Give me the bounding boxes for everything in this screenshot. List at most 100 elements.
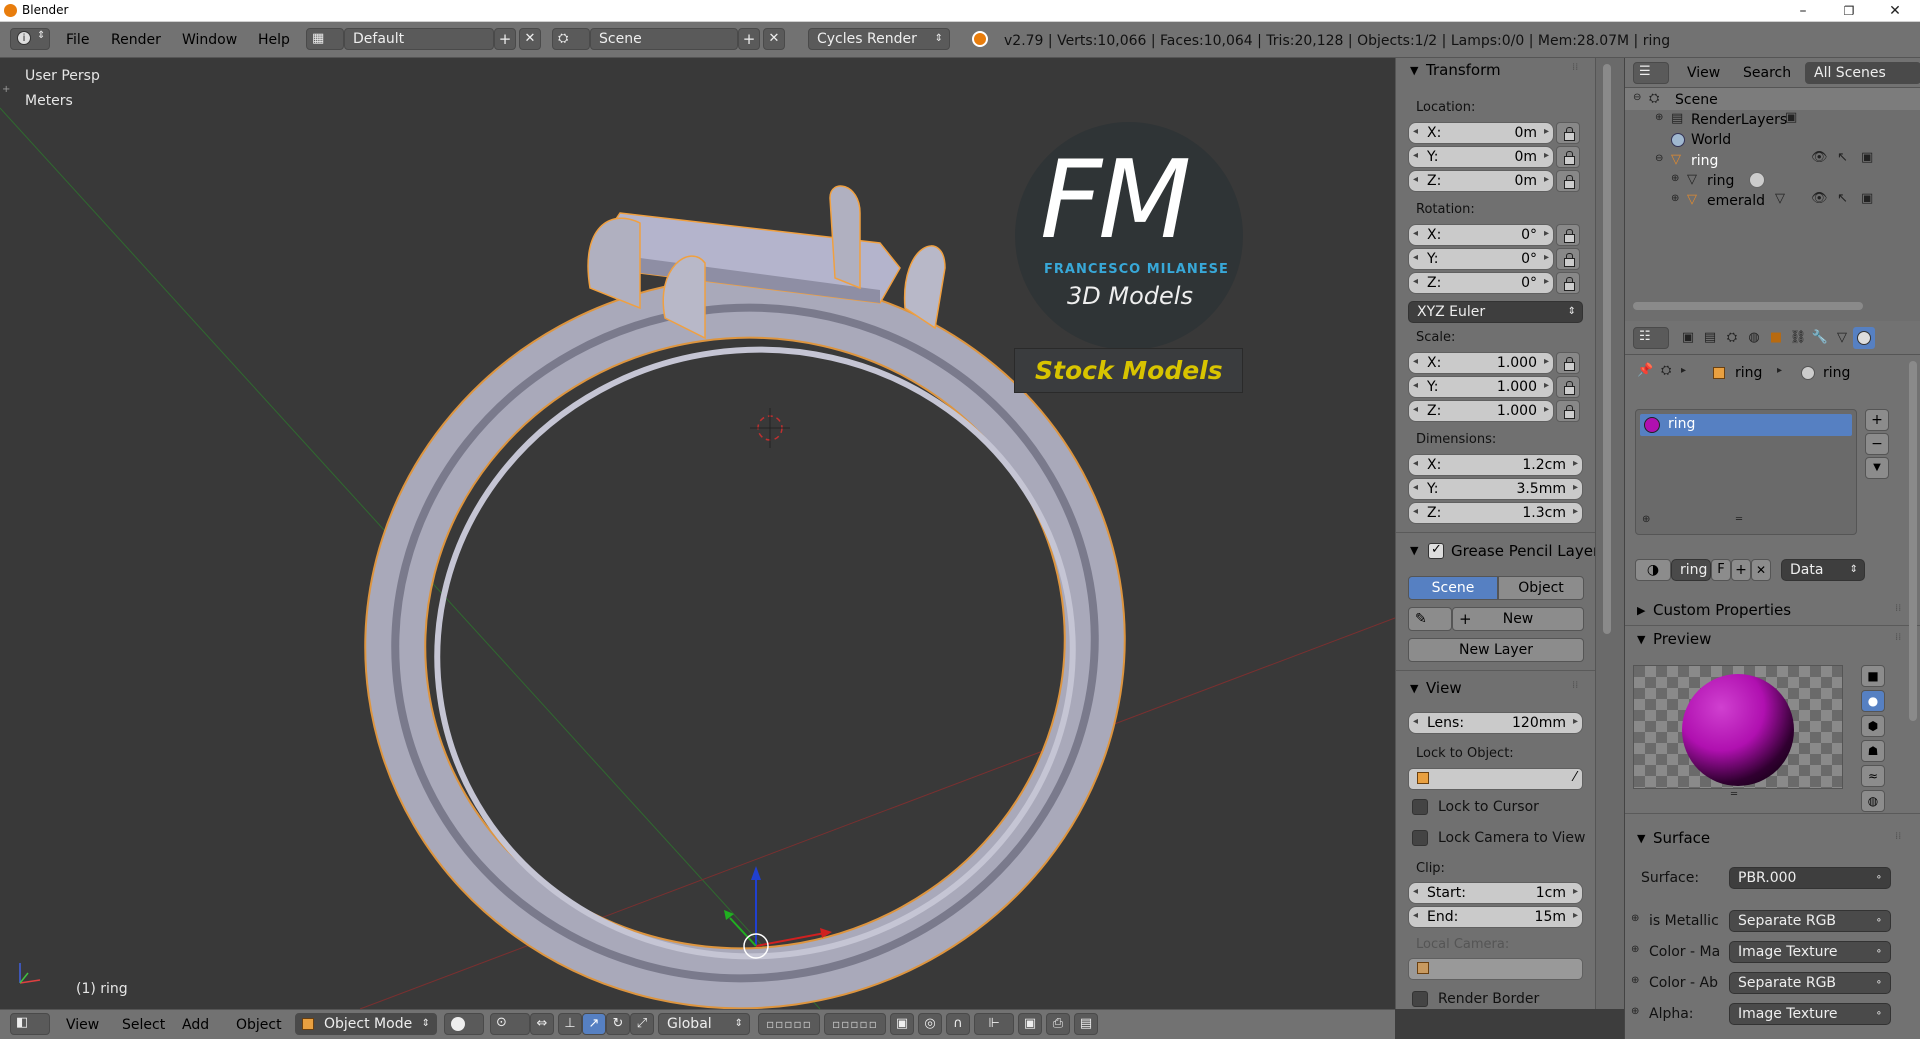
pivot-point-dropdown[interactable]: ⊙ bbox=[490, 1013, 530, 1035]
lock-to-cursor-checkbox[interactable] bbox=[1412, 799, 1428, 815]
input-link-dropdown[interactable]: Image Texture ∘ bbox=[1729, 941, 1891, 963]
menu-object[interactable]: Object bbox=[236, 1017, 282, 1033]
custom-properties-panel-title[interactable]: Custom Properties bbox=[1653, 601, 1791, 619]
rotation-mode-dropdown[interactable]: XYZ Euler ⇕ bbox=[1408, 301, 1583, 323]
material-browse-button[interactable]: ◑ bbox=[1635, 559, 1671, 581]
location-x-field[interactable]: ◂ X: 0m ▸ bbox=[1408, 122, 1554, 144]
scale-y-field[interactable]: ◂ Y: 1.000 ▸ bbox=[1408, 376, 1554, 398]
3d-viewport[interactable]: User Persp Meters (1) ring + FM FRANCESC… bbox=[0, 58, 1395, 1009]
remove-slot-button[interactable]: − bbox=[1865, 433, 1889, 455]
rotation-y-field[interactable]: ◂ Y: 0° ▸ bbox=[1408, 248, 1554, 270]
lock-camera-checkbox[interactable] bbox=[1412, 830, 1428, 846]
manipulator-toggle-button[interactable]: ⇔ bbox=[530, 1013, 554, 1035]
collapse-arrow-icon[interactable]: ⊖ bbox=[1633, 92, 1641, 103]
input-link-dropdown[interactable]: Image Texture ∘ bbox=[1729, 1003, 1891, 1025]
rotation-x-field[interactable]: ◂ X: 0° ▸ bbox=[1408, 224, 1554, 246]
eye-icon[interactable]: 👁 bbox=[1811, 150, 1828, 165]
clip-end-field[interactable]: ◂ End: 15m ▸ bbox=[1408, 906, 1583, 928]
translate-manipulator-button[interactable]: ↗ bbox=[582, 1013, 606, 1035]
new-material-button[interactable]: + bbox=[1731, 559, 1751, 581]
screen-layout-browse-button[interactable]: ▦ bbox=[306, 28, 344, 50]
filter-options-icon[interactable]: ⊕ bbox=[1642, 514, 1650, 525]
outliner-item-world[interactable]: World bbox=[1691, 132, 1731, 148]
editor-type-3d-view-button[interactable]: ◧ bbox=[10, 1013, 50, 1035]
fake-user-button[interactable]: F bbox=[1711, 559, 1731, 581]
maximize-button[interactable]: ❐ bbox=[1826, 0, 1872, 22]
view-panel-title[interactable]: View bbox=[1426, 679, 1462, 697]
collapse-arrow-icon[interactable]: ▼ bbox=[1410, 64, 1418, 77]
remove-layout-button[interactable]: ✕ bbox=[519, 28, 541, 50]
editor-type-properties-button[interactable]: ☷ bbox=[1633, 327, 1669, 349]
tool-shelf-toggle[interactable]: + bbox=[2, 84, 10, 95]
location-z-field[interactable]: ◂ Z: 0m ▸ bbox=[1408, 170, 1554, 192]
collapse-arrow-icon[interactable]: ▼ bbox=[1410, 682, 1418, 695]
expand-input-icon[interactable]: ⊕ bbox=[1631, 913, 1639, 924]
expand-arrow-icon[interactable]: ⊕ bbox=[1671, 193, 1679, 204]
manipulator-icon[interactable]: ⊥ bbox=[558, 1013, 582, 1035]
lock-icon[interactable] bbox=[1556, 272, 1580, 294]
render-tab-icon[interactable]: ▣ bbox=[1677, 327, 1699, 349]
world-tab-icon[interactable]: ◍ bbox=[1743, 327, 1765, 349]
expand-arrow-icon[interactable]: ⊕ bbox=[1671, 173, 1679, 184]
preview-sphere-button[interactable]: ● bbox=[1861, 690, 1885, 712]
menu-view[interactable]: View bbox=[66, 1017, 99, 1033]
outliner-item-emerald[interactable]: emerald bbox=[1707, 193, 1765, 209]
expand-input-icon[interactable]: ⊕ bbox=[1631, 975, 1639, 986]
expand-arrow-icon[interactable]: ⊕ bbox=[1655, 112, 1663, 123]
outliner-item-ring-mesh[interactable]: ring bbox=[1707, 173, 1734, 189]
material-link-dropdown[interactable]: Data ⇕ bbox=[1781, 559, 1865, 581]
constraints-tab-icon[interactable]: ⛓ bbox=[1787, 327, 1809, 349]
minimize-button[interactable]: – bbox=[1780, 0, 1826, 22]
editor-type-outliner-button[interactable]: ☰ bbox=[1633, 62, 1669, 84]
lock-icon[interactable] bbox=[1556, 224, 1580, 246]
mesh-data-icon[interactable]: ▽ bbox=[1775, 191, 1785, 206]
scale-z-field[interactable]: ◂ Z: 1.000 ▸ bbox=[1408, 400, 1554, 422]
preview-panel-title[interactable]: Preview bbox=[1653, 630, 1711, 648]
preview-monkey-button[interactable]: ☗ bbox=[1861, 740, 1885, 762]
new-layer-button[interactable]: New Layer bbox=[1408, 638, 1584, 662]
close-button[interactable]: ✕ bbox=[1872, 0, 1918, 22]
proportional-edit-icon[interactable]: ◎ bbox=[918, 1013, 942, 1035]
scale-manipulator-button[interactable]: ⤢ bbox=[630, 1013, 654, 1035]
scene-layers-grid-2[interactable]: ▫▫▫▫▫ bbox=[824, 1013, 886, 1035]
transform-orientation-dropdown[interactable]: Global ⇕ bbox=[658, 1013, 750, 1035]
object-tab-icon[interactable]: ■ bbox=[1765, 327, 1787, 349]
screen-layout-field[interactable]: Default bbox=[344, 28, 494, 50]
collapse-arrow-icon[interactable]: ⊖ bbox=[1655, 153, 1663, 164]
collapse-arrow-icon[interactable]: ▼ bbox=[1410, 544, 1418, 557]
location-y-field[interactable]: ◂ Y: 0m ▸ bbox=[1408, 146, 1554, 168]
grease-pencil-browse-button[interactable]: ✎ bbox=[1408, 607, 1452, 631]
material-slot-row[interactable]: ring bbox=[1640, 414, 1852, 436]
scene-field[interactable]: Scene bbox=[590, 28, 738, 50]
menu-window[interactable]: Window bbox=[182, 32, 237, 48]
grease-new-button[interactable]: + New bbox=[1452, 607, 1584, 631]
preview-cube-button[interactable]: ⬢ bbox=[1861, 715, 1885, 737]
pin-icon[interactable]: 📌 bbox=[1637, 363, 1653, 378]
camera-render-icon[interactable]: ▣ bbox=[1861, 191, 1873, 206]
renderlayers-tab-icon[interactable]: ▤ bbox=[1699, 327, 1721, 349]
grease-pencil-checkbox[interactable]: ✓ bbox=[1428, 542, 1444, 559]
material-icon[interactable] bbox=[1749, 172, 1765, 188]
material-name-field[interactable]: ring bbox=[1671, 559, 1711, 581]
expand-input-icon[interactable]: ⊕ bbox=[1631, 944, 1639, 955]
data-tab-icon[interactable]: ▽ bbox=[1831, 327, 1853, 349]
surface-shader-dropdown[interactable]: PBR.000 ∘ bbox=[1729, 867, 1891, 889]
input-link-dropdown[interactable]: Separate RGB ∘ bbox=[1729, 910, 1891, 932]
add-slot-button[interactable]: + bbox=[1865, 409, 1889, 431]
menu-add[interactable]: Add bbox=[182, 1017, 209, 1033]
interaction-mode-dropdown[interactable]: Object Mode ⇕ bbox=[295, 1013, 437, 1035]
outliner-menu-search[interactable]: Search bbox=[1743, 65, 1791, 81]
dimension-x-field[interactable]: ◂ X: 1.2cm ▸ bbox=[1408, 454, 1583, 476]
scene-browse-button[interactable]: ⛭ bbox=[552, 28, 590, 50]
surface-panel-title[interactable]: Surface bbox=[1653, 829, 1710, 847]
outliner-display-mode[interactable]: All Scenes bbox=[1805, 62, 1920, 84]
preview-hair-button[interactable]: ≈ bbox=[1861, 765, 1885, 787]
lock-icon[interactable] bbox=[1556, 400, 1580, 422]
expand-arrow-icon[interactable]: ▶ bbox=[1637, 604, 1645, 617]
panel-grip-icon[interactable]: ⁞⁞ bbox=[1572, 62, 1578, 73]
input-link-dropdown[interactable]: Separate RGB ∘ bbox=[1729, 972, 1891, 994]
lock-icon[interactable] bbox=[1556, 376, 1580, 398]
add-scene-button[interactable]: + bbox=[738, 28, 760, 50]
expand-input-icon[interactable]: ⊕ bbox=[1631, 1006, 1639, 1017]
lens-field[interactable]: ◂ Lens: 120mm ▸ bbox=[1408, 712, 1583, 734]
